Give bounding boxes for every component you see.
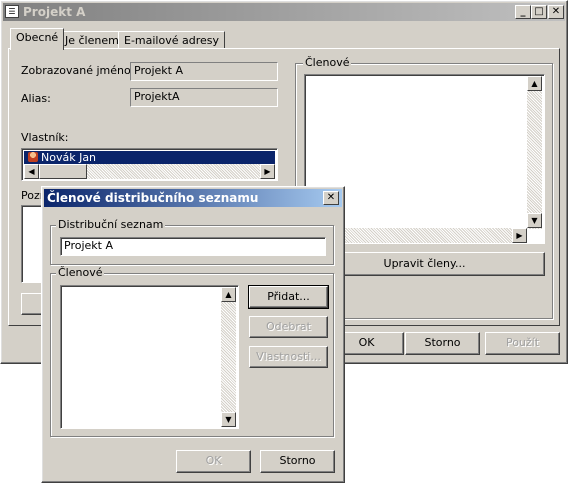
dialog-scroll-up[interactable]: ▲ (221, 287, 236, 302)
owner-label: Vlastník: (21, 131, 69, 144)
main-title: Projekt A (23, 5, 86, 19)
members-vscroll[interactable] (527, 76, 542, 229)
dialog-scroll-down[interactable]: ▼ (221, 412, 236, 427)
tab-member-of[interactable]: Je členem (59, 31, 125, 48)
apply-button: Použít (485, 332, 560, 355)
properties-button: Vlastnosti... (249, 346, 328, 368)
tab-email-addresses[interactable]: E-mailové adresy (118, 31, 226, 48)
app-icon: ☰ (5, 5, 19, 18)
scroll-left-button[interactable]: ◀ (24, 164, 39, 179)
owner-list[interactable]: Novák Jan ◀ ▶ (21, 148, 278, 181)
dialog-vscroll[interactable] (221, 287, 236, 427)
dialog-ok-button: OK (176, 450, 251, 473)
alias-field[interactable]: ProjektA (130, 88, 278, 107)
maximize-button[interactable]: □ (531, 5, 547, 19)
display-name-field[interactable]: Projekt A (130, 62, 278, 81)
dialog-members-label: Členové (56, 266, 105, 279)
cancel-button[interactable]: Storno (405, 332, 480, 355)
list-name-field[interactable]: Projekt A (60, 237, 326, 256)
main-title-bar[interactable]: ☰ Projekt A _ □ ✕ (3, 3, 565, 21)
dialog-close-button[interactable]: ✕ (323, 191, 339, 205)
dialog-title-bar[interactable]: Členové distribučního seznamu ✕ (44, 189, 342, 207)
alias-label: Alias: (21, 92, 51, 105)
vscroll-up-button[interactable]: ▲ (527, 76, 542, 91)
owner-name: Novák Jan (41, 151, 97, 164)
add-button[interactable]: Přidat... (248, 285, 329, 309)
dialog-cancel-button[interactable]: Storno (260, 450, 335, 473)
minimize-button[interactable]: _ (515, 5, 531, 19)
scroll-thumb[interactable] (39, 164, 87, 179)
tab-general[interactable]: Obecné (10, 28, 65, 50)
close-button[interactable]: ✕ (548, 5, 564, 19)
owner-row[interactable]: Novák Jan (24, 151, 275, 164)
dialog-title: Členové distribučního seznamu (47, 191, 259, 205)
list-group-label: Distribuční seznam (56, 218, 166, 231)
members-dialog: Členové distribučního seznamu ✕ Distribu… (41, 186, 345, 483)
display-name-label: Zobrazované jméno: (21, 64, 135, 77)
remove-button: Odebrat (249, 316, 328, 338)
user-icon (28, 152, 38, 162)
vscroll-down-button[interactable]: ▼ (527, 213, 542, 228)
hscroll-right-button[interactable]: ▶ (512, 228, 527, 243)
members-group-label: Členové (303, 56, 352, 69)
dialog-members-list[interactable]: ▲ ▼ (60, 285, 239, 429)
scroll-right-button[interactable]: ▶ (260, 164, 275, 179)
